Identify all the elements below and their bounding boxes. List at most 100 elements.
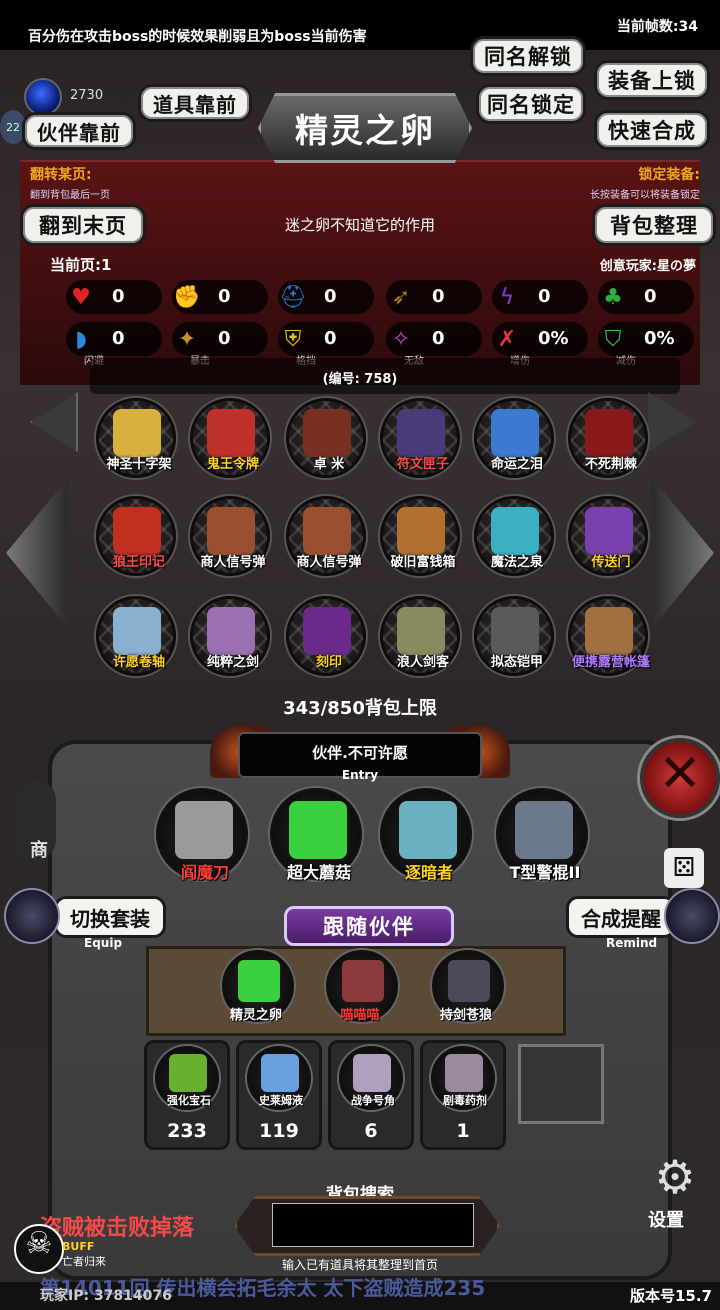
stat-value: 0 <box>324 286 337 307</box>
empty-material-slot[interactable] <box>518 1044 604 1124</box>
follower-slot[interactable]: 喵喵喵 <box>326 950 398 1023</box>
item-art <box>585 409 633 457</box>
inventory-slot[interactable]: 狼王印记 <box>96 496 176 576</box>
skull-icon: ☠ <box>25 1226 53 1261</box>
material-count: 6 <box>364 1120 378 1142</box>
material-slot[interactable]: 战争号角 <box>339 1046 403 1110</box>
stat-value: 0 <box>432 328 445 349</box>
item-art <box>113 507 161 555</box>
follower-slot[interactable]: 精灵之卵 <box>222 950 294 1023</box>
page-title: 精灵之卵 <box>295 111 435 150</box>
combine-remind-sub: Remind <box>606 936 658 950</box>
item-art <box>491 507 539 555</box>
creator-credit: 创意玩家:星の夢 <box>599 259 696 274</box>
item-serial: (编号: 758) <box>322 372 398 387</box>
material-slot[interactable]: 剧毒药剂 <box>431 1046 495 1110</box>
search-hint: 输入已有道具将其整理到首页 <box>281 1258 438 1272</box>
inventory-slot[interactable]: 商人信号弹 <box>286 496 366 576</box>
equipped-art <box>289 801 347 859</box>
item-description: 迷之卵不知道它的作用 <box>284 216 435 234</box>
fps-counter: 当前帧数:34 <box>616 19 698 35</box>
stat-value: 0 <box>432 286 445 307</box>
item-art <box>585 607 633 655</box>
partner-front-button[interactable]: 伙伴靠前 <box>22 112 136 150</box>
equipped-slot[interactable]: 逐暗者 <box>380 788 472 882</box>
settings-label[interactable]: 设置 <box>648 1206 684 1232</box>
stat-value: 0 <box>644 286 657 307</box>
stat-pill: ➶ 0 <box>386 280 482 314</box>
buff-description: 亡者归来 <box>62 1255 106 1268</box>
equipped-slot[interactable]: 阎魔刀 <box>156 788 248 882</box>
entry-subtitle: Entry <box>341 768 379 782</box>
heart-icon: ♥ <box>71 284 91 310</box>
items-front-button[interactable]: 道具靠前 <box>138 84 252 122</box>
inventory-slot[interactable]: 传送门 <box>568 496 648 576</box>
item-art <box>303 607 351 655</box>
quick-combine-button[interactable]: 快速合成 <box>594 110 710 150</box>
equip-lock-button[interactable]: 装备上锁 <box>594 60 710 100</box>
combine-remind-button[interactable]: 合成提醒 <box>566 896 676 938</box>
material-slot[interactable]: 强化宝石 <box>155 1046 219 1110</box>
inventory-slot[interactable]: 不死荆棘 <box>568 398 648 478</box>
material-name: 战争号角 <box>351 1094 395 1107</box>
inventory-slot[interactable]: 许愿卷轴 <box>96 596 176 676</box>
stat-pill: ✗0%增伤 <box>492 322 588 367</box>
material-count: 233 <box>167 1120 207 1142</box>
dice-icon[interactable]: ⚄ <box>664 848 704 888</box>
equipped-slot[interactable]: T型警棍II <box>496 788 588 882</box>
stat-value: 0 <box>324 328 337 349</box>
follower-art <box>342 960 384 1002</box>
inventory-slot[interactable]: 浪人剑客 <box>380 596 460 676</box>
entry-title: 伙伴.不可许愿 <box>312 744 408 762</box>
same-name-lock-button[interactable]: 同名锁定 <box>476 84 586 124</box>
switch-outfit-sub: Equip <box>84 936 123 950</box>
gear-icon[interactable]: ⚙ <box>640 1150 710 1210</box>
switch-outfit-button[interactable]: 切换套装 <box>54 896 166 938</box>
stat-pill: ♥ 0 <box>66 280 162 314</box>
inventory-slot[interactable]: 鬼王令牌 <box>190 398 270 478</box>
follower-name: 喵喵喵 <box>340 1008 380 1023</box>
stat-value: 0% <box>644 328 675 349</box>
stat-pill: ◗0闪避 <box>66 322 162 367</box>
material-slot[interactable]: 史莱姆液 <box>247 1046 311 1110</box>
inventory-slot[interactable]: 便携露营帐篷 <box>568 596 650 676</box>
item-art <box>491 607 539 655</box>
lightning-icon: ϟ <box>499 284 515 310</box>
inventory-slot[interactable]: 魔法之泉 <box>474 496 554 576</box>
material-art <box>445 1054 483 1092</box>
inventory-slot[interactable]: 拟态铠甲 <box>474 596 554 676</box>
item-art <box>303 409 351 457</box>
item-name: 传送门 <box>591 555 631 570</box>
inventory-slot[interactable]: 命运之泪 <box>474 398 554 478</box>
follower-art <box>448 960 490 1002</box>
fist-icon: ✊ <box>173 284 201 310</box>
inventory-slot[interactable]: 卓 米 <box>286 398 366 478</box>
item-name: 不死荆棘 <box>584 457 637 472</box>
current-page: 当前页:1 <box>50 256 112 274</box>
bag-search-input[interactable] <box>272 1203 474 1247</box>
inventory-slot[interactable]: 符文匣子 <box>380 398 460 478</box>
same-name-unlock-button[interactable]: 同名解锁 <box>470 36 586 76</box>
material-art <box>353 1054 391 1092</box>
equipped-art <box>399 801 457 859</box>
inventory-slot[interactable]: 破旧富钱箱 <box>380 496 460 576</box>
follower-slot[interactable]: 持剑苍狼 <box>432 950 504 1023</box>
material-name: 剧毒药剂 <box>443 1094 487 1107</box>
item-art <box>207 409 255 457</box>
material-name: 史莱姆液 <box>259 1094 303 1107</box>
follower-name: 精灵之卵 <box>229 1008 282 1023</box>
stat-pill: ⛨0格挡 <box>278 322 374 367</box>
stat-pill: ✦0暴击 <box>172 322 268 367</box>
inventory-slot[interactable]: 神圣十字架 <box>96 398 176 478</box>
hat-icon-right <box>664 888 720 944</box>
inventory-slot[interactable]: 纯粹之剑 <box>190 596 270 676</box>
left-tip-sub: 翻到背包最后一页 <box>30 190 110 201</box>
item-art <box>113 409 161 457</box>
equipped-slot[interactable]: 超大蘑菇 <box>270 788 362 882</box>
hat-icon <box>4 888 60 944</box>
inventory-slot[interactable]: 刻印 <box>286 596 366 676</box>
gem-icon <box>24 78 62 116</box>
follow-partner-button[interactable]: 跟随伙伴 <box>284 906 454 946</box>
stat-value: 0 <box>538 286 551 307</box>
inventory-slot[interactable]: 商人信号弹 <box>190 496 270 576</box>
